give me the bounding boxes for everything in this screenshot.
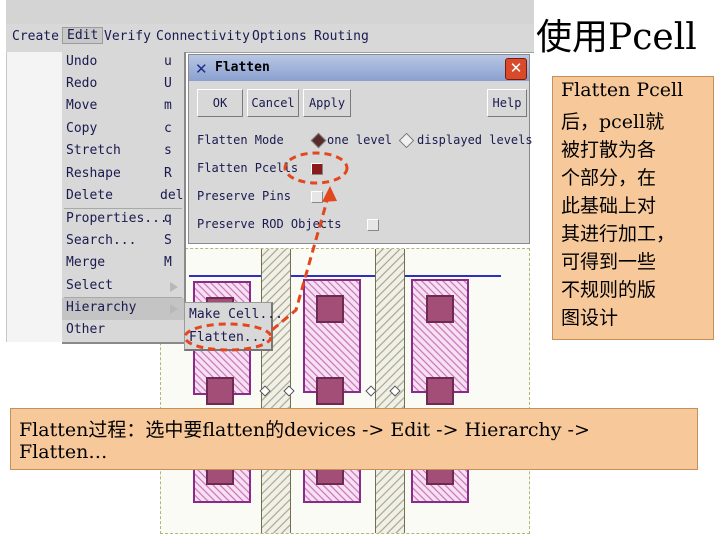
menu-item-select[interactable]: Select bbox=[62, 276, 184, 298]
note-line: 被打散为各 bbox=[561, 139, 657, 161]
menu-connectivity[interactable]: Connectivity bbox=[156, 29, 250, 44]
note-line: 此基础上对 bbox=[561, 195, 657, 217]
menu-options[interactable]: Options bbox=[252, 29, 307, 44]
menu-item-label: Merge bbox=[66, 255, 106, 270]
menu-item-label: Other bbox=[66, 322, 106, 337]
menu-item-copy[interactable]: Copy c bbox=[62, 119, 184, 141]
radio-label: displayed levels bbox=[417, 133, 533, 147]
caption-line: Flatten过程：选中要flatten的devices -> Edit -> … bbox=[19, 419, 590, 441]
caption-line: Flatten… bbox=[19, 441, 108, 463]
menu-item-label: Stretch bbox=[66, 143, 121, 158]
menu-item-label: Undo bbox=[66, 54, 98, 69]
contact bbox=[316, 377, 344, 405]
window-top-strip bbox=[6, 0, 534, 24]
note-line: 个部分，在 bbox=[561, 167, 657, 189]
shortcut-key: m bbox=[164, 98, 172, 113]
menu-edit[interactable]: Edit bbox=[62, 27, 104, 44]
menu-item-move[interactable]: Move m bbox=[62, 96, 184, 118]
right-note: Flatten Pcell 后，pcell就 被打散为各 个部分，在 此基础上对… bbox=[552, 76, 714, 340]
hierarchy-submenu: Make Cell... Flatten... bbox=[184, 302, 283, 351]
layout-canvas[interactable] bbox=[160, 248, 530, 534]
menu-item-label: Copy bbox=[66, 121, 98, 136]
preserve-pins-label: Preserve Pins bbox=[197, 189, 291, 203]
flatten-pcells-label: Flatten Pcells bbox=[197, 161, 299, 175]
preserve-rod-label: Preserve ROD Objects bbox=[197, 217, 342, 231]
menu-item-stretch[interactable]: Stretch s bbox=[62, 141, 184, 163]
shortcut-key: U bbox=[164, 76, 172, 91]
menu-item-redo[interactable]: Redo U bbox=[62, 74, 184, 96]
contact bbox=[426, 377, 454, 405]
flatten-dialog: ✕ Flatten ✕ OK Cancel Apply Help Flatten… bbox=[188, 54, 533, 244]
note-line: Flatten Pcell bbox=[561, 79, 684, 101]
close-button[interactable]: ✕ bbox=[505, 58, 527, 80]
shortcut-key: del bbox=[160, 188, 184, 203]
menu-item-label: Search... bbox=[66, 233, 137, 248]
shortcut-key: q bbox=[164, 211, 172, 226]
menu-item-delete[interactable]: Delete del bbox=[62, 186, 184, 208]
contact bbox=[206, 377, 234, 405]
note-line: 其进行加工， bbox=[561, 223, 676, 245]
ruler-strip bbox=[6, 52, 63, 342]
menu-item-label: Select bbox=[66, 278, 113, 293]
submenu-arrow-icon bbox=[170, 304, 178, 314]
preserve-pins-checkbox[interactable] bbox=[311, 191, 323, 203]
x-logo-icon: ✕ bbox=[195, 60, 208, 78]
menu-item-other[interactable]: Other bbox=[62, 320, 184, 342]
dialog-title: Flatten bbox=[215, 60, 270, 75]
dialog-titlebar[interactable]: ✕ Flatten ✕ bbox=[189, 55, 529, 81]
menu-item-flatten[interactable]: Flatten... bbox=[189, 330, 267, 345]
shortcut-key: R bbox=[164, 166, 172, 181]
contact bbox=[316, 295, 344, 323]
note-line: 图设计 bbox=[561, 307, 619, 329]
menu-verify[interactable]: Verify bbox=[104, 29, 151, 44]
note-line: 可得到一些 bbox=[561, 251, 657, 273]
note-line: 不规则的版 bbox=[561, 279, 657, 301]
menu-item-label: Move bbox=[66, 98, 98, 113]
note-line: 后，pcell就 bbox=[561, 111, 665, 133]
flatten-mode-label: Flatten Mode bbox=[197, 133, 284, 147]
menu-item-label: Delete bbox=[66, 188, 113, 203]
metal-rail bbox=[189, 275, 501, 277]
caption-box: Flatten过程：选中要flatten的devices -> Edit -> … bbox=[10, 408, 698, 470]
edit-menu: Undo u Redo U Move m Copy c Stretch s Re… bbox=[62, 52, 186, 344]
contact bbox=[426, 295, 454, 323]
shortcut-key: u bbox=[164, 54, 172, 69]
shortcut-key: S bbox=[164, 233, 172, 248]
ok-button[interactable]: OK bbox=[197, 89, 243, 117]
radio-one-level[interactable] bbox=[310, 132, 327, 149]
menu-item-label: Redo bbox=[66, 76, 98, 91]
menu-item-make-cell[interactable]: Make Cell... bbox=[189, 307, 283, 322]
menu-item-label: Hierarchy bbox=[66, 300, 137, 315]
slide-title: 使用Pcell bbox=[536, 17, 697, 58]
shortcut-key: M bbox=[164, 255, 172, 270]
shortcut-key: c bbox=[164, 121, 172, 136]
menu-item-undo[interactable]: Undo u bbox=[62, 52, 184, 74]
cancel-button[interactable]: Cancel bbox=[247, 89, 299, 117]
radio-displayed-levels[interactable] bbox=[398, 132, 415, 149]
menu-create[interactable]: Create bbox=[12, 29, 59, 44]
menu-item-label: Reshape bbox=[66, 166, 121, 181]
menubar: Create Edit Verify Connectivity Options … bbox=[6, 24, 534, 53]
radio-label: one level bbox=[327, 133, 393, 147]
menu-item-reshape[interactable]: Reshape R bbox=[62, 164, 184, 186]
menu-item-search[interactable]: Search... S bbox=[62, 231, 184, 253]
apply-button[interactable]: Apply bbox=[303, 89, 351, 117]
preserve-rod-checkbox[interactable] bbox=[367, 219, 379, 231]
help-button[interactable]: Help bbox=[487, 89, 527, 117]
shortcut-key: s bbox=[164, 143, 172, 158]
submenu-arrow-icon bbox=[170, 282, 178, 292]
flatten-pcells-checkbox[interactable] bbox=[311, 163, 323, 175]
menu-item-merge[interactable]: Merge M bbox=[62, 253, 184, 275]
menu-item-properties[interactable]: Properties... q bbox=[62, 209, 184, 231]
menu-routing[interactable]: Routing bbox=[314, 29, 369, 44]
menu-item-hierarchy[interactable]: Hierarchy bbox=[62, 298, 184, 320]
menu-item-label: Properties... bbox=[66, 211, 168, 226]
